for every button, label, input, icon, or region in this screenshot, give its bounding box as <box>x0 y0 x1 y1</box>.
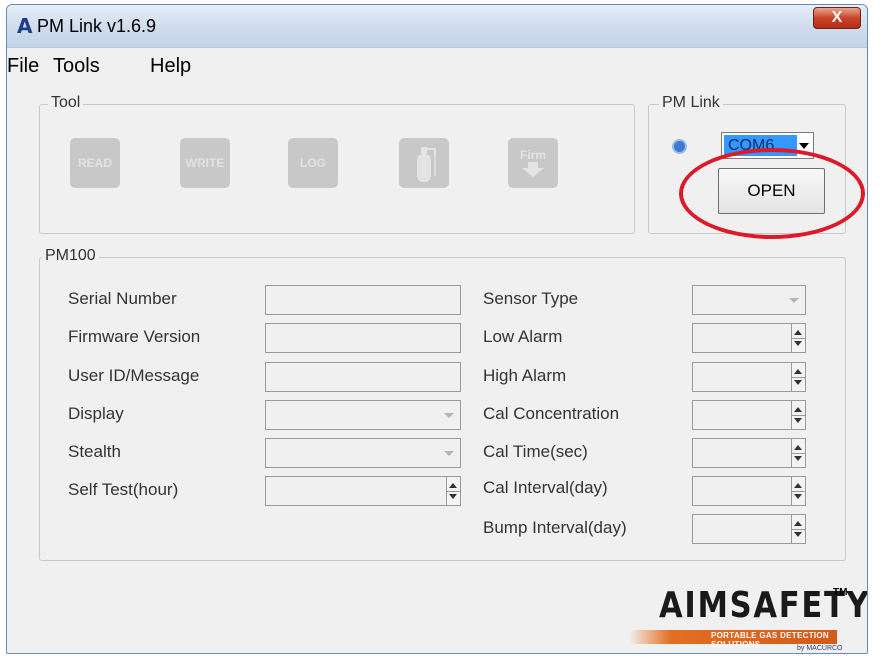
high-alarm-label: High Alarm <box>483 366 567 385</box>
user-id-label: User ID/Message <box>68 366 200 385</box>
menu-bar: File Tools Help <box>7 51 867 81</box>
menu-help[interactable]: Help <box>150 55 191 78</box>
display-select[interactable] <box>265 400 461 430</box>
log-button[interactable]: LOG <box>288 138 338 188</box>
spin-buttons[interactable] <box>791 515 805 543</box>
chevron-down-icon <box>444 451 454 456</box>
low-alarm-label: Low Alarm <box>483 327 563 346</box>
high-alarm-stepper[interactable] <box>692 362 806 392</box>
tool-group: Tool READ WRITE LOG Firm <box>39 94 635 234</box>
firmware-button-label: Firm <box>519 148 546 162</box>
spin-buttons[interactable] <box>446 477 460 505</box>
download-arrow-icon <box>522 162 544 177</box>
firmware-button[interactable]: Firm <box>508 138 558 188</box>
title-bar[interactable]: A PM Link v1.6.9 X <box>7 5 867 48</box>
window-title: PM Link v1.6.9 <box>37 16 157 36</box>
display-label: Display <box>68 404 124 423</box>
cal-interval-label: Cal Interval(day) <box>483 478 608 497</box>
brand-trademark: TM <box>833 587 848 598</box>
spin-buttons[interactable] <box>791 363 805 391</box>
close-button[interactable]: X <box>813 7 861 29</box>
spin-buttons[interactable] <box>791 324 805 352</box>
bump-interval-label: Bump Interval(day) <box>483 518 627 537</box>
highlight-annotation <box>679 148 865 239</box>
gas-cylinder-icon <box>417 147 436 182</box>
serial-number-label: Serial Number <box>68 289 177 308</box>
stealth-select[interactable] <box>265 438 461 468</box>
spin-buttons[interactable] <box>791 477 805 505</box>
firmware-version-label: Firmware Version <box>68 327 201 346</box>
cal-time-label: Cal Time(sec) <box>483 442 588 461</box>
chevron-down-icon[interactable] <box>799 143 809 149</box>
serial-number-field[interactable] <box>265 285 461 315</box>
app-window: A PM Link v1.6.9 X File Tools Help Tool … <box>6 4 868 654</box>
calibration-button[interactable] <box>399 138 449 188</box>
pmlink-group-legend: PM Link <box>659 94 723 112</box>
refresh-icon[interactable] <box>672 139 687 154</box>
brand-sub: by MACURCO <box>797 645 843 652</box>
read-button[interactable]: READ <box>70 138 120 188</box>
cal-concentration-stepper[interactable] <box>692 400 806 430</box>
bump-interval-stepper[interactable] <box>692 514 806 544</box>
write-button[interactable]: WRITE <box>180 138 230 188</box>
tool-group-legend: Tool <box>48 94 84 112</box>
cal-concentration-label: Cal Concentration <box>483 404 620 423</box>
app-logo-icon: A <box>17 14 33 38</box>
spin-buttons[interactable] <box>791 401 805 429</box>
self-test-stepper[interactable] <box>265 476 461 506</box>
low-alarm-stepper[interactable] <box>692 323 806 353</box>
device-group-legend: PM100 <box>42 247 99 265</box>
spin-buttons[interactable] <box>791 439 805 467</box>
firmware-version-field[interactable] <box>265 323 461 353</box>
self-test-label: Self Test(hour) <box>68 480 179 499</box>
device-group: PM100 Serial Number Firmware Version Use… <box>39 247 846 561</box>
sensor-type-label: Sensor Type <box>483 289 579 308</box>
cal-time-stepper[interactable] <box>692 438 806 468</box>
stealth-label: Stealth <box>68 442 121 461</box>
aimsafety-logo: AIMSAFETY TM PORTABLE GAS DETECTION SOLU… <box>629 585 867 652</box>
user-id-field[interactable] <box>265 362 461 392</box>
menu-tools[interactable]: Tools <box>53 55 100 78</box>
menu-file[interactable]: File <box>7 55 39 78</box>
cal-interval-stepper[interactable] <box>692 476 806 506</box>
chevron-down-icon <box>789 298 799 303</box>
sensor-type-select[interactable] <box>692 285 806 315</box>
chevron-down-icon <box>444 413 454 418</box>
